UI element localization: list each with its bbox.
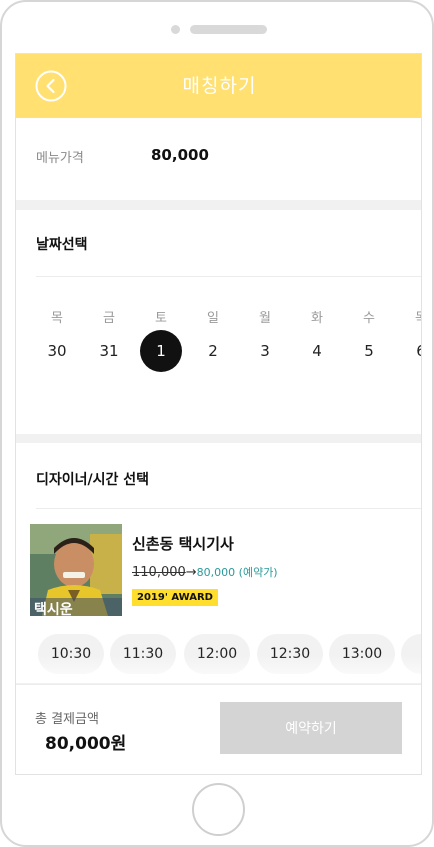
total-label: 총 결제금액 bbox=[35, 712, 99, 727]
date-divider bbox=[36, 276, 421, 277]
date-section-title: 날짜선택 bbox=[36, 237, 88, 253]
selected-date-number: 1 bbox=[140, 330, 182, 372]
designer-price-row: 110,000→80,000 (예약가) bbox=[132, 561, 278, 580]
weekday-label: 일 bbox=[207, 311, 219, 326]
back-arrow-icon bbox=[35, 70, 67, 102]
designer-time-section: 디자이너/시간 선택 택시운 신촌동 택시기사 110,000→80,000 (… bbox=[16, 443, 421, 683]
weekday-label: 목 bbox=[51, 311, 63, 326]
weekday-label: 수 bbox=[363, 311, 375, 326]
phone-frame: 매칭하기 메뉴가격 80,000 날짜선택 목 30 금 31 토 1 일 2 … bbox=[0, 0, 434, 847]
designer-photo[interactable]: 택시운 bbox=[30, 524, 122, 616]
date-number: 4 bbox=[312, 342, 322, 360]
thumb-caption: 택시운 bbox=[34, 601, 73, 616]
menu-price-label: 메뉴가격 bbox=[36, 151, 84, 166]
weekday-label: 토 bbox=[155, 311, 167, 326]
date-number: 6 bbox=[399, 330, 421, 372]
designer-name: 신촌동 택시기사 bbox=[132, 535, 234, 553]
original-price: 110,000 bbox=[132, 565, 186, 580]
date-number: 3 bbox=[260, 342, 270, 360]
back-button[interactable] bbox=[35, 70, 67, 102]
reservation-price: 80,000 (예약가) bbox=[196, 566, 278, 579]
menu-price-value: 80,000 bbox=[151, 146, 209, 164]
reserve-button[interactable]: 예약하기 bbox=[220, 702, 402, 754]
payment-bar: 총 결제금액 80,000원 예약하기 bbox=[16, 684, 421, 774]
date-number: 5 bbox=[364, 342, 374, 360]
date-number: 2 bbox=[208, 342, 218, 360]
total-value: 80,000원 bbox=[45, 734, 127, 754]
date-number: 30 bbox=[47, 342, 67, 360]
weekday-label: 화 bbox=[311, 311, 323, 326]
menu-price-section: 메뉴가격 80,000 bbox=[16, 118, 421, 200]
scroll-fade bbox=[16, 655, 421, 683]
price-arrow-icon: → bbox=[185, 565, 197, 580]
designer-divider bbox=[36, 508, 421, 509]
camera-dot bbox=[171, 25, 180, 34]
app-header: 매칭하기 bbox=[16, 54, 421, 118]
weekday-label: 목 bbox=[399, 307, 421, 326]
app-screen: 매칭하기 메뉴가격 80,000 날짜선택 목 30 금 31 토 1 일 2 … bbox=[15, 53, 422, 775]
designer-section-title: 디자이너/시간 선택 bbox=[36, 472, 150, 488]
date-number: 31 bbox=[99, 342, 119, 360]
home-button[interactable] bbox=[192, 783, 245, 836]
date-select-section: 날짜선택 목 30 금 31 토 1 일 2 월 3 화 4 수 5 bbox=[16, 210, 421, 434]
award-badge: 2019' AWARD bbox=[132, 589, 218, 606]
speaker-slot bbox=[190, 25, 267, 34]
weekday-label: 월 bbox=[259, 311, 271, 326]
page-title: 매칭하기 bbox=[182, 75, 257, 97]
weekday-label: 금 bbox=[103, 311, 115, 326]
designer-portrait-image: 택시운 bbox=[30, 524, 122, 616]
